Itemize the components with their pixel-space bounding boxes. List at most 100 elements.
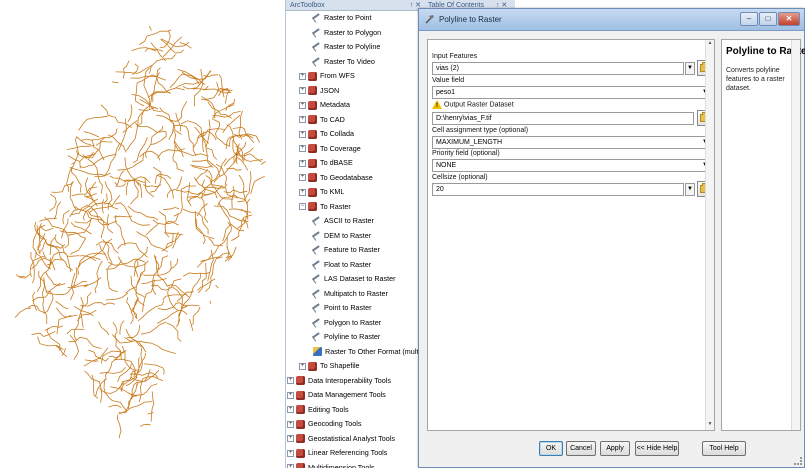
toolbox-tree-item[interactable]: Raster To Other Format (multiple) bbox=[286, 345, 425, 360]
arctoolbox-panel: ArcToolbox ↑ ✕ Raster to Point Raster to … bbox=[285, 0, 425, 468]
priority-field-label: Priority field (optional) bbox=[432, 150, 500, 157]
expand-toggle-icon[interactable]: + bbox=[287, 391, 294, 399]
cancel-button[interactable]: Cancel bbox=[566, 441, 596, 456]
toolbox-tree-item[interactable]: + Metadata bbox=[286, 98, 425, 113]
expand-toggle-icon[interactable]: + bbox=[299, 116, 306, 124]
toolbox-icon bbox=[296, 390, 305, 400]
toolbox-icon bbox=[296, 448, 305, 458]
toolbox-tree-item-label: To Shapefile bbox=[320, 361, 360, 370]
ok-button[interactable]: OK bbox=[539, 441, 563, 456]
expand-toggle-icon[interactable]: + bbox=[299, 174, 306, 182]
cellsize-combobox[interactable]: 20 bbox=[432, 183, 684, 196]
script-icon bbox=[313, 347, 322, 357]
toolbox-tree-item[interactable]: DEM to Raster bbox=[286, 229, 425, 244]
expand-toggle-icon[interactable]: + bbox=[299, 145, 306, 153]
toolbox-tree-item[interactable]: + Geostatistical Analyst Tools bbox=[286, 432, 425, 447]
hammer-icon bbox=[312, 332, 322, 342]
tool-hammer-icon bbox=[425, 15, 434, 24]
hammer-icon bbox=[312, 245, 322, 255]
scroll-up-icon[interactable]: ▲ bbox=[706, 40, 714, 49]
input-features-dropdown-button[interactable]: ▼ bbox=[685, 62, 695, 75]
expand-toggle-icon[interactable]: + bbox=[299, 362, 306, 370]
toolbox-tree-item[interactable]: + To Geodatabase bbox=[286, 171, 425, 186]
apply-button[interactable]: Apply bbox=[600, 441, 630, 456]
dialog-title-bar[interactable]: Polyline to Raster – □ ✕ bbox=[419, 9, 804, 31]
toolbox-tree-item-label: Raster to Point bbox=[324, 13, 372, 22]
toolbox-tree-item[interactable]: Raster to Polygon bbox=[286, 26, 425, 41]
cell-assignment-select[interactable]: MAXIMUM_LENGTH bbox=[432, 136, 709, 149]
toolbox-tree-item-label: JSON bbox=[320, 85, 340, 95]
toolbox-tree-item[interactable]: + To Shapefile bbox=[286, 359, 425, 374]
toolbox-tree-item[interactable]: Raster to Polyline bbox=[286, 40, 425, 55]
toolbox-tree-item[interactable]: Multipatch to Raster bbox=[286, 287, 425, 302]
output-raster-input[interactable]: D:\henry\vias_F.tif bbox=[432, 112, 694, 125]
expand-toggle-icon[interactable]: + bbox=[287, 464, 294, 468]
value-field-field: Value field peso1 ▼ bbox=[432, 76, 712, 99]
warning-icon bbox=[432, 100, 442, 111]
resize-grip-icon[interactable] bbox=[794, 457, 802, 465]
cellsize-label: Cellsize (optional) bbox=[432, 174, 488, 181]
toolbox-tree-item[interactable]: + To Coverage bbox=[286, 142, 425, 157]
help-scrollbar[interactable] bbox=[791, 40, 800, 430]
cellsize-dropdown-button[interactable]: ▼ bbox=[685, 183, 695, 196]
toolset-icon bbox=[308, 86, 317, 96]
toolbox-tree-item[interactable]: + Data Interoperability Tools bbox=[286, 374, 425, 389]
maximize-button[interactable]: □ bbox=[759, 12, 777, 26]
toolbox-tree-item[interactable]: + Data Management Tools bbox=[286, 388, 425, 403]
expand-toggle-icon[interactable]: + bbox=[287, 449, 294, 457]
form-scrollbar[interactable]: ▲ ▼ bbox=[705, 40, 714, 430]
hammer-icon bbox=[312, 259, 322, 270]
toolbox-tree-item[interactable]: ASCII to Raster bbox=[286, 214, 425, 229]
toolbox-tree-item[interactable]: + Geocoding Tools bbox=[286, 417, 425, 432]
value-field-select[interactable]: peso1 bbox=[432, 86, 709, 99]
toolbox-tree-item-label: From WFS bbox=[320, 71, 355, 80]
toolbox-tree-item[interactable]: Point to Raster bbox=[286, 301, 425, 316]
expand-toggle-icon[interactable]: + bbox=[299, 130, 306, 138]
cellsize-field: Cellsize (optional) 20 ▼ bbox=[432, 173, 712, 197]
tool-help-button[interactable]: Tool Help bbox=[702, 441, 746, 456]
toolbox-tree-item[interactable]: Polygon to Raster bbox=[286, 316, 425, 331]
expand-toggle-icon[interactable]: + bbox=[287, 406, 294, 414]
road-network-map bbox=[14, 25, 266, 439]
expand-toggle-icon[interactable]: + bbox=[287, 435, 294, 443]
toolbox-tree-item[interactable]: Raster To Video bbox=[286, 55, 425, 70]
toolbox-tree-item[interactable]: + To Collada bbox=[286, 127, 425, 142]
road-lines bbox=[14, 25, 266, 439]
toolbox-tree-item[interactable]: − To Raster bbox=[286, 200, 425, 215]
expand-toggle-icon[interactable]: − bbox=[299, 203, 306, 211]
expand-toggle-icon[interactable]: + bbox=[299, 159, 306, 167]
scroll-down-icon[interactable]: ▼ bbox=[706, 421, 714, 430]
toolbox-tree-item-label: Geocoding Tools bbox=[308, 419, 362, 428]
toolbox-tree-item[interactable]: + To KML bbox=[286, 185, 425, 200]
expand-toggle-icon[interactable]: + bbox=[287, 420, 294, 428]
minimize-button[interactable]: – bbox=[740, 12, 758, 26]
expand-toggle-icon[interactable]: + bbox=[299, 87, 306, 95]
toolbox-tree-item[interactable]: + To CAD bbox=[286, 113, 425, 128]
toolbox-icon bbox=[296, 463, 305, 468]
toolbox-tree-item[interactable]: + Linear Referencing Tools bbox=[286, 446, 425, 461]
toolbox-tree-item[interactable]: Float to Raster bbox=[286, 258, 425, 273]
polyline-to-raster-dialog: Polyline to Raster – □ ✕ Input Features … bbox=[418, 8, 805, 468]
toolbox-tree-item[interactable]: LAS Dataset to Raster bbox=[286, 272, 425, 287]
input-features-combobox[interactable]: vias (2) bbox=[432, 62, 684, 75]
hide-help-button[interactable]: << Hide Help bbox=[635, 441, 679, 456]
expand-toggle-icon[interactable]: + bbox=[287, 377, 294, 385]
toolbox-tree-item[interactable]: + Editing Tools bbox=[286, 403, 425, 418]
close-button[interactable]: ✕ bbox=[778, 12, 800, 26]
toolbox-tree-item[interactable]: + To dBASE bbox=[286, 156, 425, 171]
map-canvas[interactable] bbox=[0, 0, 285, 468]
expand-toggle-icon[interactable]: + bbox=[299, 101, 306, 109]
toolbox-tree-item[interactable]: Raster to Point bbox=[286, 11, 425, 26]
expand-toggle-icon[interactable]: + bbox=[299, 188, 306, 196]
value-field-label: Value field bbox=[432, 77, 465, 84]
toolbox-tree-item-label: Raster to Polyline bbox=[324, 42, 381, 51]
priority-field-field: Priority field (optional) NONE ▼ bbox=[432, 149, 712, 172]
toolbox-tree-item[interactable]: Polyline to Raster bbox=[286, 330, 425, 345]
toolbox-tree-item[interactable]: + Multidimension Tools bbox=[286, 461, 425, 468]
toolbox-tree-item[interactable]: + JSON bbox=[286, 84, 425, 99]
toolbox-tree-item[interactable]: Feature to Raster bbox=[286, 243, 425, 258]
toolbox-tree-item[interactable]: + From WFS bbox=[286, 69, 425, 84]
expand-toggle-icon[interactable]: + bbox=[299, 72, 306, 80]
priority-field-select[interactable]: NONE bbox=[432, 159, 709, 172]
toolbox-tree-item-label: DEM to Raster bbox=[324, 230, 372, 240]
